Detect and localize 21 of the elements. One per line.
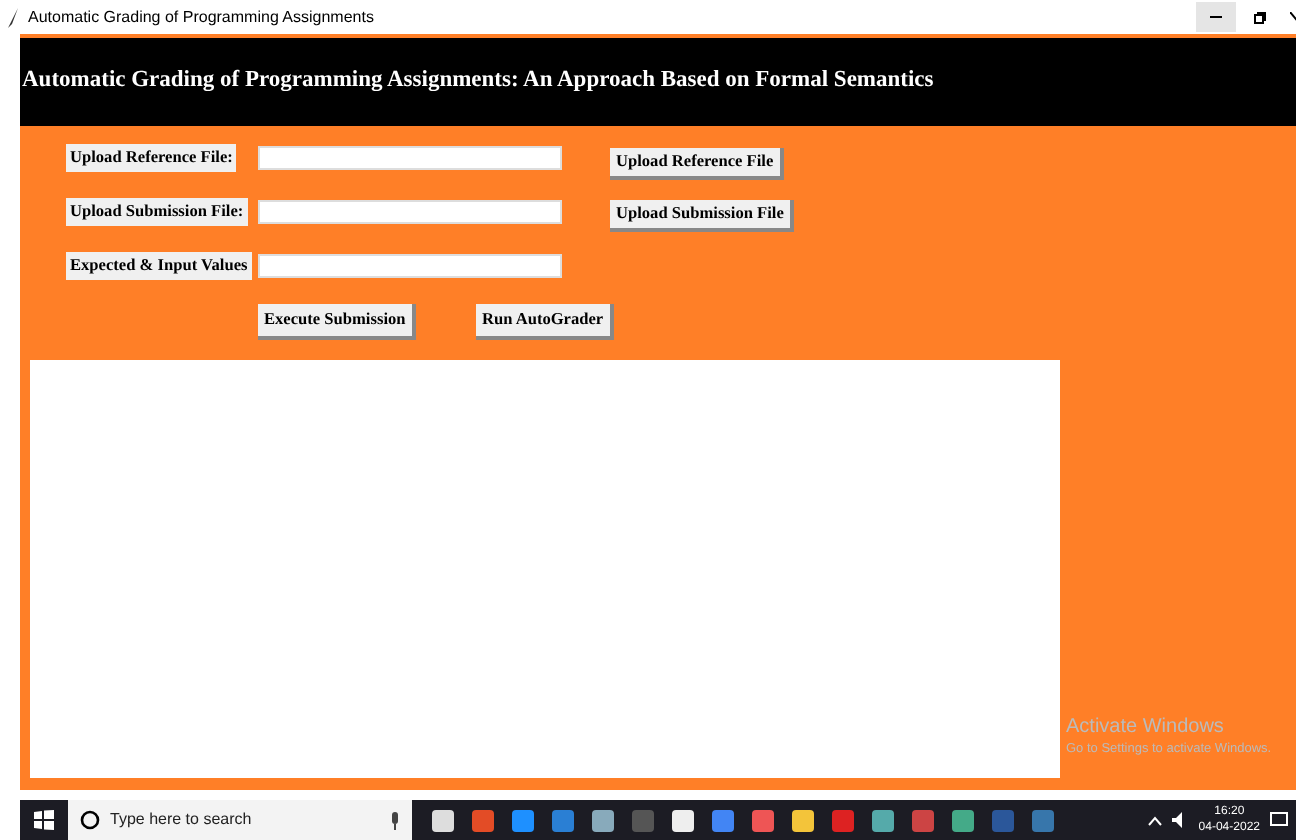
- input-field[interactable]: [258, 146, 562, 170]
- activation-title: Activate Windows: [1066, 716, 1226, 741]
- restore-icon[interactable]: [1254, 11, 1266, 23]
- upload-button[interactable]: Upload Submission File: [610, 200, 794, 232]
- field-label: Expected & Input Values: [66, 252, 252, 280]
- upload-button[interactable]: Upload Reference File: [610, 148, 784, 180]
- chevron-up-icon[interactable]: [1148, 815, 1163, 825]
- field-label: Upload Reference File:: [66, 144, 237, 172]
- input-field[interactable]: [258, 200, 562, 224]
- input-field[interactable]: [258, 254, 562, 278]
- field-label: Upload Submission File:: [66, 198, 248, 226]
- taskbar-search-field[interactable]: Type here to search: [68, 800, 412, 840]
- app-header-title: Automatic Grading of Programming Assignments: An Approach Based on Formal Semantics: [20, 66, 934, 97]
- search-placeholder: Type here to search: [110, 808, 254, 832]
- action-button[interactable]: Execute Submission: [258, 304, 416, 340]
- action-button[interactable]: Run AutoGrader: [476, 304, 614, 340]
- notification-icon[interactable]: [1270, 811, 1288, 829]
- window-title: Automatic Grading of Programming Assignments: [28, 5, 374, 29]
- cortana-icon: [80, 810, 100, 830]
- windows-start-icon[interactable]: [34, 810, 54, 830]
- microphone-icon[interactable]: [390, 811, 400, 829]
